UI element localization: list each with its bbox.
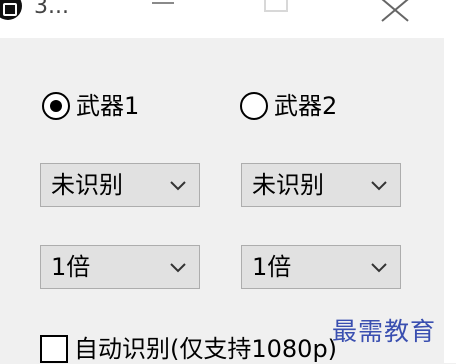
checkbox-box bbox=[40, 335, 68, 363]
app-icon bbox=[0, 0, 22, 20]
radio-unselected-icon bbox=[240, 92, 268, 120]
select-value: 1倍 bbox=[252, 253, 292, 281]
weapon-2-magnification-select[interactable]: 1倍 bbox=[241, 245, 401, 289]
radio-weapon-2[interactable]: 武器2 bbox=[240, 92, 337, 120]
weapon-2-status-select[interactable]: 未识别 bbox=[241, 163, 401, 207]
window-edge bbox=[444, 0, 456, 363]
select-value: 未识别 bbox=[252, 171, 324, 199]
chevron-down-icon bbox=[170, 263, 186, 273]
radio-selected-icon bbox=[42, 92, 70, 120]
minimize-button[interactable] bbox=[150, 0, 190, 22]
watermark-text: 最需教育 bbox=[332, 317, 437, 346]
radio-weapon-2-label: 武器2 bbox=[274, 92, 338, 120]
select-value: 1倍 bbox=[51, 253, 91, 281]
weapon-1-magnification-select[interactable]: 1倍 bbox=[40, 245, 200, 289]
title-bar: 3... bbox=[0, 0, 444, 38]
radio-weapon-1-label: 武器1 bbox=[76, 92, 140, 120]
chevron-down-icon bbox=[170, 181, 186, 191]
maximize-button[interactable] bbox=[262, 0, 302, 22]
select-value: 未识别 bbox=[51, 171, 123, 199]
window-title: 3... bbox=[34, 0, 69, 19]
close-button[interactable] bbox=[376, 0, 416, 22]
radio-weapon-1[interactable]: 武器1 bbox=[42, 92, 139, 120]
weapon-1-status-select[interactable]: 未识别 bbox=[40, 163, 200, 207]
auto-detect-label: 自动识别(仅支持1080p) bbox=[74, 335, 338, 363]
chevron-down-icon bbox=[371, 181, 387, 191]
chevron-down-icon bbox=[371, 263, 387, 273]
auto-detect-checkbox[interactable]: 自动识别(仅支持1080p) bbox=[40, 334, 337, 364]
